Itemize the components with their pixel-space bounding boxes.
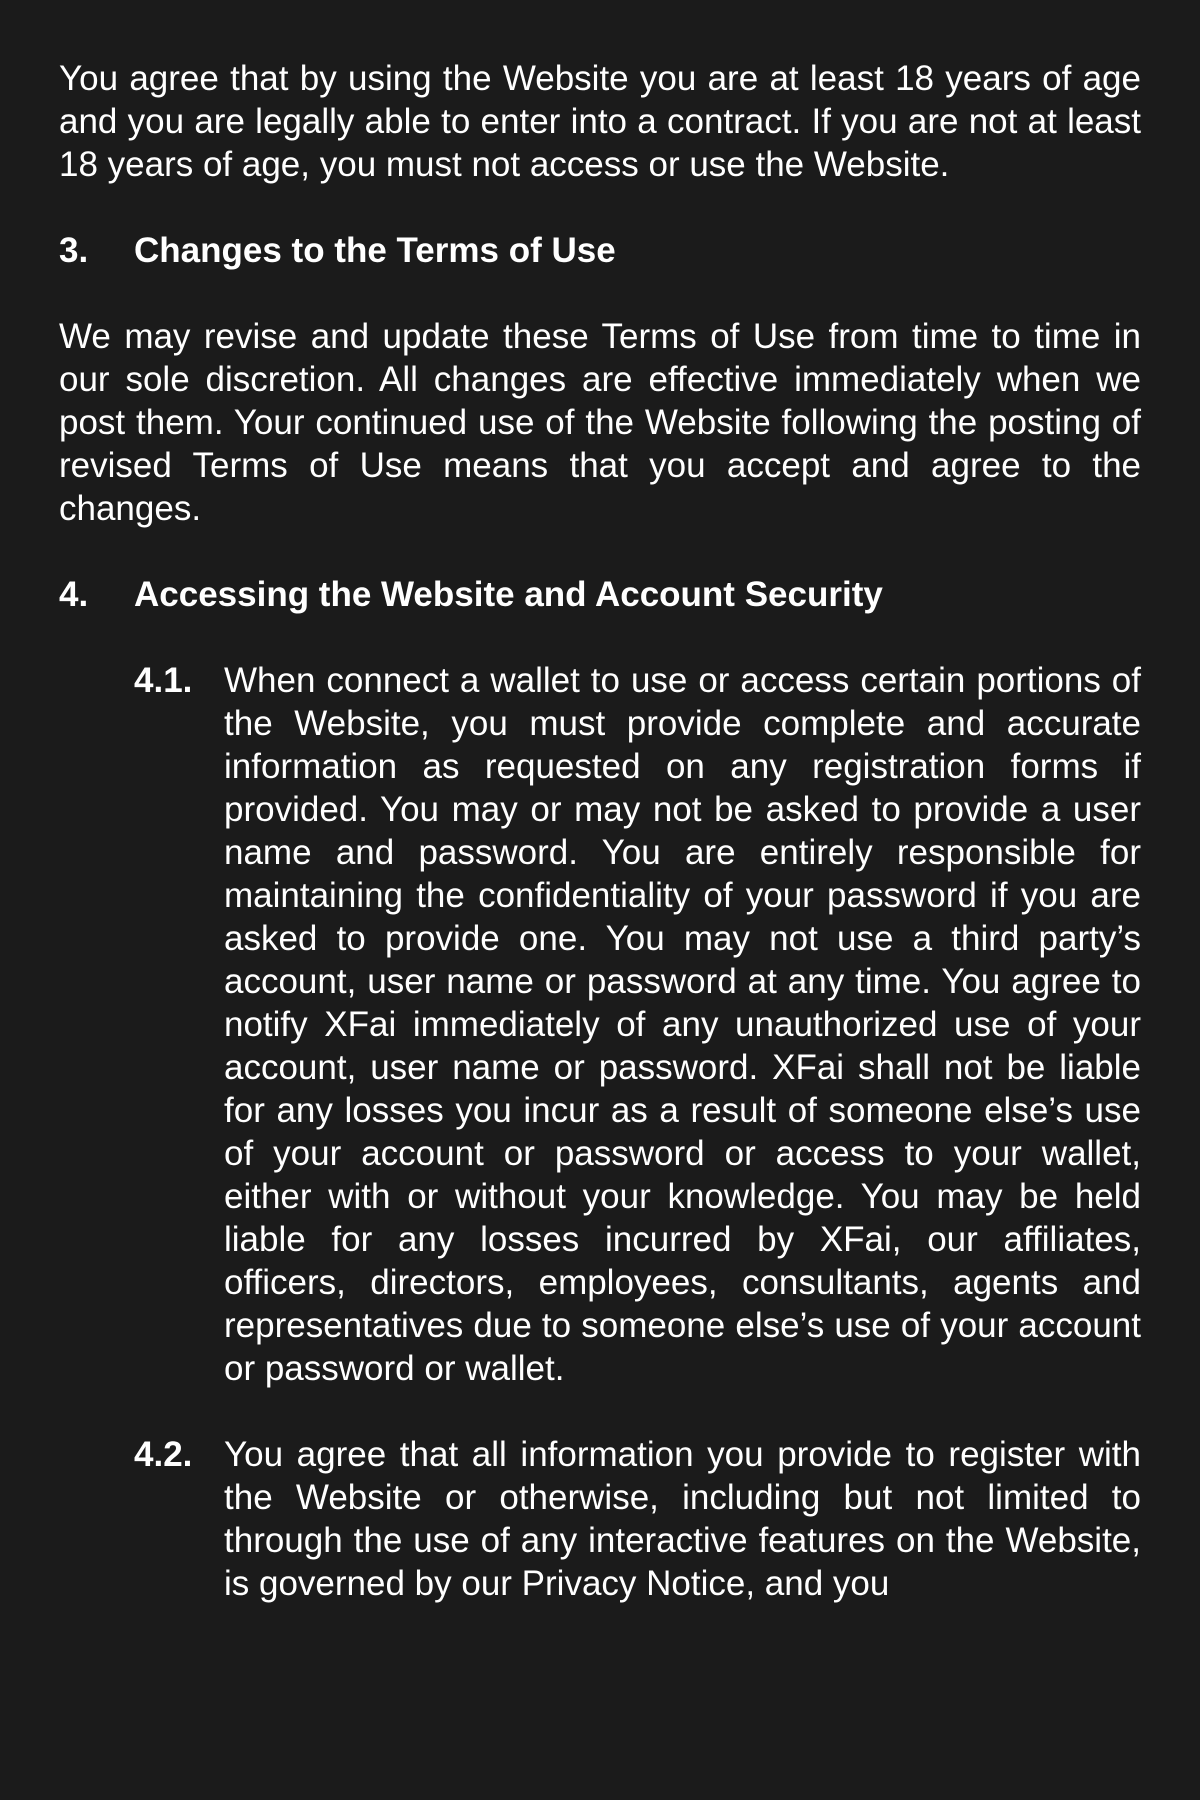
section-3-body: We may revise and update these Terms of … <box>59 317 1141 528</box>
section-4-heading: 4. Accessing the Website and Account Sec… <box>59 573 1141 616</box>
section-3-title: Changes to the Terms of Use <box>134 231 616 270</box>
intro-paragraph: You agree that by using the Website you … <box>59 59 1141 184</box>
subsection-4-2-text: You agree that all information you provi… <box>224 1435 1141 1603</box>
section-3-number: 3. <box>59 231 89 270</box>
subsection-4-2: 4.2. You agree that all information you … <box>134 1433 1141 1605</box>
section-4-number: 4. <box>59 575 89 614</box>
subsection-4-1-text: When connect a wallet to use or access c… <box>224 661 1141 1388</box>
section-4-title: Accessing the Website and Account Securi… <box>134 575 883 614</box>
subsection-4-1-number: 4.1. <box>134 661 193 700</box>
section-3-heading: 3. Changes to the Terms of Use <box>59 229 1141 272</box>
terms-of-use-page: You agree that by using the Website you … <box>0 0 1200 1800</box>
subsection-4-1: 4.1. When connect a wallet to use or acc… <box>134 659 1141 1390</box>
subsection-4-2-number: 4.2. <box>134 1435 193 1474</box>
